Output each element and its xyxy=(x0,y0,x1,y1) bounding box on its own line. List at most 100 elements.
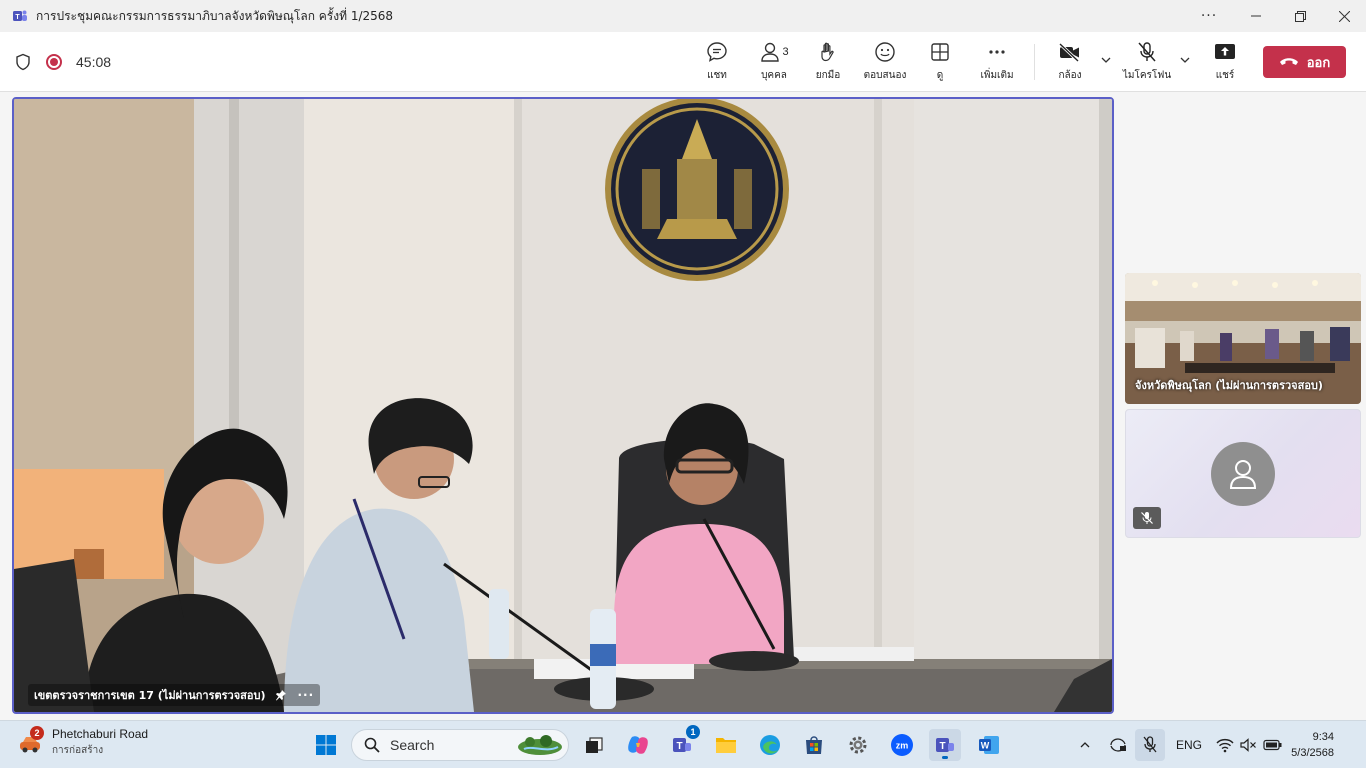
volume-button[interactable] xyxy=(1236,729,1260,761)
settings-button[interactable] xyxy=(842,729,874,761)
active-app-indicator xyxy=(942,756,948,759)
teams-icon: T xyxy=(936,738,954,752)
mic-options-chevron-down-icon[interactable] xyxy=(1179,54,1191,66)
chevron-up-icon xyxy=(1080,742,1090,748)
edge-icon xyxy=(760,735,780,755)
view-label: ดู xyxy=(936,70,944,81)
weather-badge: 2 xyxy=(30,725,44,740)
share-label: แชร์ xyxy=(1215,70,1235,81)
language-label: ENG xyxy=(1176,738,1203,752)
network-status-button[interactable] xyxy=(1211,729,1239,761)
camera-options-chevron-down-icon[interactable] xyxy=(1100,54,1112,66)
search-icon xyxy=(364,737,380,753)
store-icon xyxy=(806,736,822,754)
battery-icon xyxy=(1263,739,1282,751)
svg-text:T: T xyxy=(676,741,682,752)
task-view-button[interactable] xyxy=(578,729,610,761)
camera-button[interactable]: กล้อง xyxy=(1056,40,1084,86)
speaker-muted-icon xyxy=(1240,738,1256,752)
meeting-timer: 45:08 xyxy=(76,54,112,70)
leave-button[interactable]: ออก xyxy=(1263,46,1346,78)
more-button[interactable]: เพิ่มเติม xyxy=(978,40,1016,86)
mic-off-icon xyxy=(1143,736,1157,753)
video-feed xyxy=(14,99,1112,712)
camera-label: กล้อง xyxy=(1058,70,1082,81)
shield-icon[interactable] xyxy=(14,53,32,71)
leave-label: ออก xyxy=(1306,55,1331,71)
teams-chat-button[interactable]: T 1 xyxy=(666,725,700,761)
close-button[interactable] xyxy=(1322,0,1366,32)
people-count: 3 xyxy=(782,46,789,58)
show-hidden-icons-button[interactable] xyxy=(1072,729,1098,761)
chat-button[interactable]: แชท xyxy=(703,40,731,86)
more-icon xyxy=(989,50,1005,54)
react-button[interactable]: ตอบสนอง xyxy=(862,40,908,86)
svg-text:T: T xyxy=(939,741,945,752)
muted-indicator xyxy=(1133,507,1161,529)
more-options-icon[interactable]: ··· xyxy=(1184,0,1234,32)
copilot-icon xyxy=(628,736,648,754)
task-view-icon xyxy=(586,737,603,753)
minimize-button[interactable] xyxy=(1234,0,1278,32)
tray-sync-button[interactable] xyxy=(1104,729,1132,761)
search-label: Search xyxy=(390,737,435,753)
start-button[interactable] xyxy=(310,729,342,761)
taskbar-search[interactable]: Search xyxy=(351,729,569,761)
share-screen-icon xyxy=(1215,44,1235,59)
copilot-button[interactable] xyxy=(622,729,654,761)
chat-icon xyxy=(707,42,727,62)
restore-button[interactable] xyxy=(1278,0,1322,32)
window-title-bar: T การประชุมคณะกรรมการธรรมาภิบาลจังหวัดพิ… xyxy=(0,0,1366,32)
share-button[interactable]: แชร์ xyxy=(1212,40,1238,86)
participant-name: จังหวัดพิษณุโลก (ไม่ผ่านการตรวจสอบ) xyxy=(1135,379,1323,392)
react-label: ตอบสนอง xyxy=(863,70,907,81)
tray-mic-button[interactable] xyxy=(1135,729,1165,761)
participant-tile-1[interactable]: จังหวัดพิษณุโลก (ไม่ผ่านการตรวจสอบ) xyxy=(1125,273,1361,404)
window-title: การประชุมคณะกรรมการธรรมาภิบาลจังหวัดพิษณ… xyxy=(36,8,394,23)
camera-off-icon xyxy=(1058,42,1080,63)
participant-more-icon[interactable]: ··· xyxy=(297,688,314,702)
zoom-button[interactable]: zm xyxy=(886,729,918,761)
language-indicator[interactable]: ENG xyxy=(1176,721,1202,768)
main-video-stage[interactable]: เขตตรวจราชการเขต 17 (ไม่ผ่านการตรวจสอบ) … xyxy=(12,97,1114,714)
edge-button[interactable] xyxy=(754,729,786,761)
weather-title: Phetchaburi Road xyxy=(52,727,149,741)
store-button[interactable] xyxy=(798,729,830,761)
svg-text:T: T xyxy=(15,14,20,21)
zoom-icon: zm xyxy=(891,734,913,756)
raise-hand-icon xyxy=(821,42,834,62)
participant-tile-2[interactable] xyxy=(1125,409,1361,538)
clock[interactable]: 9:34 5/3/2568 xyxy=(1291,729,1334,761)
teams-notification-badge: 1 xyxy=(686,725,700,739)
stage-participant-label: เขตตรวจราชการเขต 17 (ไม่ผ่านการตรวจสอบ) … xyxy=(28,684,321,706)
people-button[interactable]: 3 บุคคล xyxy=(756,40,792,86)
stage-participant-name: เขตตรวจราชการเขต 17 (ไม่ผ่านการตรวจสอบ) xyxy=(34,689,266,702)
windows-logo-icon xyxy=(316,735,336,755)
raise-hand-button[interactable]: ยกมือ xyxy=(813,40,843,86)
avatar xyxy=(1211,442,1275,506)
pin-icon[interactable] xyxy=(275,689,287,701)
file-explorer-button[interactable] xyxy=(710,729,742,761)
microphone-label: ไมโครโฟน xyxy=(1122,70,1172,81)
wifi-icon xyxy=(1216,738,1234,753)
mic-off-icon xyxy=(1138,42,1156,62)
person-icon xyxy=(1229,460,1257,489)
sync-icon xyxy=(1110,738,1126,752)
teams-meeting-button[interactable]: T xyxy=(929,729,961,761)
hang-up-icon xyxy=(1279,58,1298,65)
word-button[interactable]: W xyxy=(973,729,1005,761)
svg-text:zm: zm xyxy=(896,741,909,751)
teams-app-icon: T xyxy=(13,10,27,21)
microphone-button[interactable]: ไมโครโฟน xyxy=(1122,40,1172,86)
weather-widget[interactable]: 2 Phetchaburi Road การก่อสร้าง xyxy=(18,725,149,758)
clock-date: 5/3/2568 xyxy=(1291,747,1334,759)
view-button[interactable]: ดู xyxy=(929,40,951,86)
battery-button[interactable] xyxy=(1260,729,1286,761)
svg-text:W: W xyxy=(981,741,990,751)
mic-off-icon xyxy=(1141,512,1153,524)
people-label: บุคคล xyxy=(761,70,787,81)
clock-time: 9:34 xyxy=(1312,731,1334,743)
chat-label: แชท xyxy=(707,70,727,81)
taskbar: 2 Phetchaburi Road การก่อสร้าง Search T … xyxy=(0,720,1366,768)
meeting-toolbar: 45:08 แชท 3 บุคคล ยกมือ ตอบสนอง ดู เพิ่ม… xyxy=(0,32,1366,92)
